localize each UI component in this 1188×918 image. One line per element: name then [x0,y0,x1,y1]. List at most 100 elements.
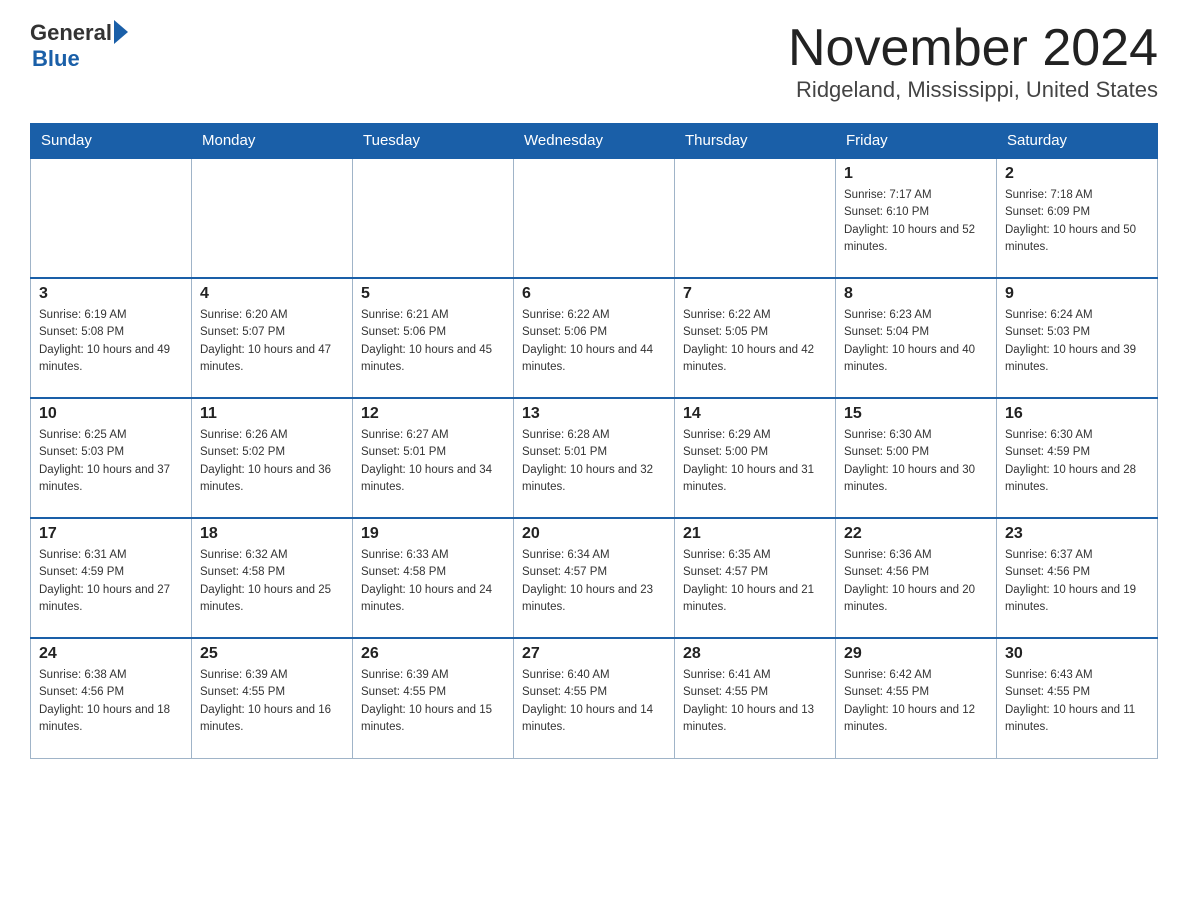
day-info: Sunrise: 6:22 AMSunset: 5:05 PMDaylight:… [683,307,827,376]
day-number: 9 [1005,285,1149,303]
day-info: Sunrise: 6:32 AMSunset: 4:58 PMDaylight:… [200,547,344,616]
day-number: 29 [844,645,988,663]
day-number: 28 [683,645,827,663]
day-info: Sunrise: 6:27 AMSunset: 5:01 PMDaylight:… [361,427,505,496]
day-info: Sunrise: 6:26 AMSunset: 5:02 PMDaylight:… [200,427,344,496]
day-info: Sunrise: 6:19 AMSunset: 5:08 PMDaylight:… [39,307,183,376]
day-info: Sunrise: 6:25 AMSunset: 5:03 PMDaylight:… [39,427,183,496]
day-number: 26 [361,645,505,663]
day-info: Sunrise: 6:29 AMSunset: 5:00 PMDaylight:… [683,427,827,496]
calendar-cell: 1 Sunrise: 7:17 AMSunset: 6:10 PMDaylight… [836,158,997,278]
page-header: General Blue November 2024 Ridgeland, Mi… [30,20,1158,103]
day-header-saturday: Saturday [997,124,1158,159]
day-info: Sunrise: 6:37 AMSunset: 4:56 PMDaylight:… [1005,547,1149,616]
day-number: 7 [683,285,827,303]
day-info: Sunrise: 6:36 AMSunset: 4:56 PMDaylight:… [844,547,988,616]
calendar-cell: 23 Sunrise: 6:37 AMSunset: 4:56 PMDayligh… [997,518,1158,638]
day-number: 24 [39,645,183,663]
calendar-week-4: 17Sunrise: 6:31 AMSunset: 4:59 PMDayligh… [31,518,1158,638]
day-number: 11 [200,405,344,423]
calendar-cell: 4Sunrise: 6:20 AMSunset: 5:07 PMDaylight… [192,278,353,398]
day-info: Sunrise: 6:40 AMSunset: 4:55 PMDaylight:… [522,667,666,736]
day-info: Sunrise: 6:34 AMSunset: 4:57 PMDaylight:… [522,547,666,616]
calendar-cell: 13Sunrise: 6:28 AMSunset: 5:01 PMDayligh… [514,398,675,518]
day-header-wednesday: Wednesday [514,124,675,159]
day-info: Sunrise: 6:30 AMSunset: 4:59 PMDaylight:… [1005,427,1149,496]
calendar-cell: 21 Sunrise: 6:35 AMSunset: 4:57 PMDayligh… [675,518,836,638]
day-header-thursday: Thursday [675,124,836,159]
day-header-monday: Monday [192,124,353,159]
calendar-week-1: 1 Sunrise: 7:17 AMSunset: 6:10 PMDaylight… [31,158,1158,278]
day-info: Sunrise: 6:21 AMSunset: 5:06 PMDaylight:… [361,307,505,376]
logo-general-text: General [30,20,112,46]
day-number: 22 [844,525,988,543]
calendar-cell: 10 Sunrise: 6:25 AMSunset: 5:03 PMDayligh… [31,398,192,518]
day-number: 12 [361,405,505,423]
day-header-tuesday: Tuesday [353,124,514,159]
day-number: 19 [361,525,505,543]
calendar-cell: 15 Sunrise: 6:30 AMSunset: 5:00 PMDayligh… [836,398,997,518]
calendar-cell [514,158,675,278]
calendar-cell: 22 Sunrise: 6:36 AMSunset: 4:56 PMDayligh… [836,518,997,638]
calendar-cell [353,158,514,278]
calendar-cell: 29 Sunrise: 6:42 AMSunset: 4:55 PMDayligh… [836,638,997,758]
calendar-cell: 14 Sunrise: 6:29 AMSunset: 5:00 PMDayligh… [675,398,836,518]
day-number: 14 [683,405,827,423]
calendar-cell: 2Sunrise: 7:18 AMSunset: 6:09 PMDaylight… [997,158,1158,278]
day-number: 6 [522,285,666,303]
day-info: Sunrise: 6:42 AMSunset: 4:55 PMDaylight:… [844,667,988,736]
day-info: Sunrise: 6:33 AMSunset: 4:58 PMDaylight:… [361,547,505,616]
day-header-sunday: Sunday [31,124,192,159]
title-block: November 2024 Ridgeland, Mississippi, Un… [788,20,1158,103]
day-header-row: SundayMondayTuesdayWednesdayThursdayFrid… [31,124,1158,159]
calendar-cell: 8Sunrise: 6:23 AMSunset: 5:04 PMDaylight… [836,278,997,398]
day-number: 30 [1005,645,1149,663]
calendar-cell [675,158,836,278]
calendar-cell [192,158,353,278]
calendar-cell: 16 Sunrise: 6:30 AMSunset: 4:59 PMDayligh… [997,398,1158,518]
day-number: 21 [683,525,827,543]
logo-blue-text: Blue [32,46,80,72]
calendar-week-5: 24 Sunrise: 6:38 AMSunset: 4:56 PMDayligh… [31,638,1158,758]
calendar-cell: 19 Sunrise: 6:33 AMSunset: 4:58 PMDayligh… [353,518,514,638]
day-number: 15 [844,405,988,423]
day-info: Sunrise: 6:35 AMSunset: 4:57 PMDaylight:… [683,547,827,616]
calendar-table: SundayMondayTuesdayWednesdayThursdayFrid… [30,123,1158,759]
day-info: Sunrise: 6:41 AMSunset: 4:55 PMDaylight:… [683,667,827,736]
day-number: 23 [1005,525,1149,543]
calendar-week-2: 3 Sunrise: 6:19 AMSunset: 5:08 PMDaylight… [31,278,1158,398]
calendar-cell: 6 Sunrise: 6:22 AMSunset: 5:06 PMDaylight… [514,278,675,398]
calendar-cell: 11 Sunrise: 6:26 AMSunset: 5:02 PMDayligh… [192,398,353,518]
calendar-header: SundayMondayTuesdayWednesdayThursdayFrid… [31,124,1158,159]
calendar-cell: 5 Sunrise: 6:21 AMSunset: 5:06 PMDaylight… [353,278,514,398]
day-number: 8 [844,285,988,303]
day-number: 25 [200,645,344,663]
day-header-friday: Friday [836,124,997,159]
calendar-cell: 27 Sunrise: 6:40 AMSunset: 4:55 PMDayligh… [514,638,675,758]
day-number: 5 [361,285,505,303]
day-number: 16 [1005,405,1149,423]
day-number: 10 [39,405,183,423]
day-number: 3 [39,285,183,303]
calendar-body: 1 Sunrise: 7:17 AMSunset: 6:10 PMDaylight… [31,158,1158,758]
day-info: Sunrise: 6:24 AMSunset: 5:03 PMDaylight:… [1005,307,1149,376]
calendar-cell: 26Sunrise: 6:39 AMSunset: 4:55 PMDayligh… [353,638,514,758]
day-number: 27 [522,645,666,663]
day-info: Sunrise: 6:20 AMSunset: 5:07 PMDaylight:… [200,307,344,376]
calendar-cell: 28 Sunrise: 6:41 AMSunset: 4:55 PMDayligh… [675,638,836,758]
calendar-cell: 9 Sunrise: 6:24 AMSunset: 5:03 PMDaylight… [997,278,1158,398]
day-number: 20 [522,525,666,543]
day-info: Sunrise: 6:30 AMSunset: 5:00 PMDaylight:… [844,427,988,496]
day-info: Sunrise: 6:43 AMSunset: 4:55 PMDaylight:… [1005,667,1149,736]
calendar-title: November 2024 [788,20,1158,77]
day-info: Sunrise: 6:22 AMSunset: 5:06 PMDaylight:… [522,307,666,376]
calendar-cell: 25Sunrise: 6:39 AMSunset: 4:55 PMDayligh… [192,638,353,758]
calendar-cell: 12 Sunrise: 6:27 AMSunset: 5:01 PMDayligh… [353,398,514,518]
day-number: 18 [200,525,344,543]
day-number: 1 [844,165,988,183]
day-info: Sunrise: 6:31 AMSunset: 4:59 PMDaylight:… [39,547,183,616]
day-info: Sunrise: 7:17 AMSunset: 6:10 PMDaylight:… [844,187,988,256]
day-info: Sunrise: 6:38 AMSunset: 4:56 PMDaylight:… [39,667,183,736]
calendar-cell: 20 Sunrise: 6:34 AMSunset: 4:57 PMDayligh… [514,518,675,638]
calendar-cell [31,158,192,278]
